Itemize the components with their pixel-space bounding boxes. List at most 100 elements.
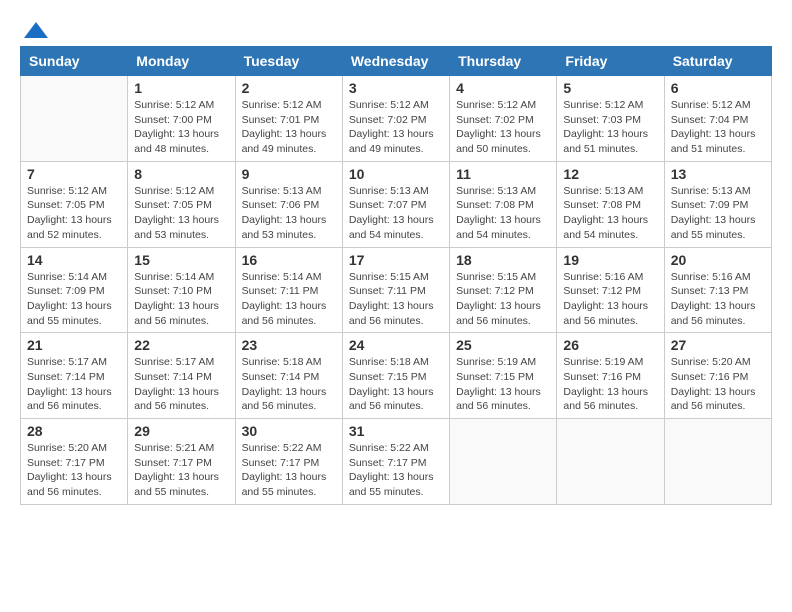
day-number: 1: [134, 80, 228, 96]
day-info: Sunrise: 5:13 AMSunset: 7:06 PMDaylight:…: [242, 184, 336, 243]
day-number: 18: [456, 252, 550, 268]
calendar-cell: 21 Sunrise: 5:17 AMSunset: 7:14 PMDayligh…: [21, 333, 128, 419]
logo-icon: [22, 20, 50, 40]
calendar-cell: [664, 419, 771, 505]
weekday-header: Thursday: [450, 47, 557, 76]
day-info: Sunrise: 5:13 AMSunset: 7:07 PMDaylight:…: [349, 184, 443, 243]
calendar-cell: 17 Sunrise: 5:15 AMSunset: 7:11 PMDayligh…: [342, 247, 449, 333]
day-info: Sunrise: 5:12 AMSunset: 7:01 PMDaylight:…: [242, 98, 336, 157]
day-number: 30: [242, 423, 336, 439]
calendar-cell: [21, 76, 128, 162]
day-info: Sunrise: 5:17 AMSunset: 7:14 PMDaylight:…: [27, 355, 121, 414]
day-number: 17: [349, 252, 443, 268]
calendar-cell: 24 Sunrise: 5:18 AMSunset: 7:15 PMDayligh…: [342, 333, 449, 419]
day-info: Sunrise: 5:12 AMSunset: 7:03 PMDaylight:…: [563, 98, 657, 157]
calendar-week-row: 1 Sunrise: 5:12 AMSunset: 7:00 PMDaylight…: [21, 76, 772, 162]
calendar-cell: 4 Sunrise: 5:12 AMSunset: 7:02 PMDaylight…: [450, 76, 557, 162]
day-number: 12: [563, 166, 657, 182]
day-number: 4: [456, 80, 550, 96]
day-number: 8: [134, 166, 228, 182]
calendar-cell: 23 Sunrise: 5:18 AMSunset: 7:14 PMDayligh…: [235, 333, 342, 419]
day-info: Sunrise: 5:16 AMSunset: 7:12 PMDaylight:…: [563, 270, 657, 329]
calendar-week-row: 14Sunrise: 5:14 AMSunset: 7:09 PMDayligh…: [21, 247, 772, 333]
day-info: Sunrise: 5:16 AMSunset: 7:13 PMDaylight:…: [671, 270, 765, 329]
calendar-cell: 10 Sunrise: 5:13 AMSunset: 7:07 PMDayligh…: [342, 161, 449, 247]
day-info: Sunrise: 5:22 AMSunset: 7:17 PMDaylight:…: [349, 441, 443, 500]
weekday-header: Saturday: [664, 47, 771, 76]
calendar-cell: 28Sunrise: 5:20 AMSunset: 7:17 PMDayligh…: [21, 419, 128, 505]
calendar-cell: 25 Sunrise: 5:19 AMSunset: 7:15 PMDayligh…: [450, 333, 557, 419]
calendar-cell: 31 Sunrise: 5:22 AMSunset: 7:17 PMDayligh…: [342, 419, 449, 505]
day-info: Sunrise: 5:14 AMSunset: 7:10 PMDaylight:…: [134, 270, 228, 329]
calendar-cell: 12 Sunrise: 5:13 AMSunset: 7:08 PMDayligh…: [557, 161, 664, 247]
calendar-cell: 26Sunrise: 5:19 AMSunset: 7:16 PMDayligh…: [557, 333, 664, 419]
calendar-cell: 1 Sunrise: 5:12 AMSunset: 7:00 PMDaylight…: [128, 76, 235, 162]
calendar-cell: 8 Sunrise: 5:12 AMSunset: 7:05 PMDaylight…: [128, 161, 235, 247]
day-number: 9: [242, 166, 336, 182]
day-info: Sunrise: 5:18 AMSunset: 7:14 PMDaylight:…: [242, 355, 336, 414]
day-info: Sunrise: 5:13 AMSunset: 7:08 PMDaylight:…: [563, 184, 657, 243]
calendar-cell: 16 Sunrise: 5:14 AMSunset: 7:11 PMDayligh…: [235, 247, 342, 333]
calendar-week-row: 21 Sunrise: 5:17 AMSunset: 7:14 PMDayligh…: [21, 333, 772, 419]
day-info: Sunrise: 5:19 AMSunset: 7:15 PMDaylight:…: [456, 355, 550, 414]
logo: [20, 20, 50, 36]
day-number: 27: [671, 337, 765, 353]
day-number: 31: [349, 423, 443, 439]
day-number: 13: [671, 166, 765, 182]
weekday-header: Wednesday: [342, 47, 449, 76]
day-number: 11: [456, 166, 550, 182]
day-info: Sunrise: 5:18 AMSunset: 7:15 PMDaylight:…: [349, 355, 443, 414]
calendar-cell: 6Sunrise: 5:12 AMSunset: 7:04 PMDaylight…: [664, 76, 771, 162]
calendar-cell: 5 Sunrise: 5:12 AMSunset: 7:03 PMDaylight…: [557, 76, 664, 162]
calendar-cell: 20 Sunrise: 5:16 AMSunset: 7:13 PMDayligh…: [664, 247, 771, 333]
day-info: Sunrise: 5:22 AMSunset: 7:17 PMDaylight:…: [242, 441, 336, 500]
day-number: 20: [671, 252, 765, 268]
day-info: Sunrise: 5:12 AMSunset: 7:02 PMDaylight:…: [456, 98, 550, 157]
day-number: 16: [242, 252, 336, 268]
weekday-header: Friday: [557, 47, 664, 76]
calendar-cell: 7 Sunrise: 5:12 AMSunset: 7:05 PMDaylight…: [21, 161, 128, 247]
day-number: 19: [563, 252, 657, 268]
calendar-cell: [557, 419, 664, 505]
day-number: 6: [671, 80, 765, 96]
day-info: Sunrise: 5:15 AMSunset: 7:12 PMDaylight:…: [456, 270, 550, 329]
day-info: Sunrise: 5:12 AMSunset: 7:02 PMDaylight:…: [349, 98, 443, 157]
day-number: 22: [134, 337, 228, 353]
day-number: 7: [27, 166, 121, 182]
calendar-cell: 14Sunrise: 5:14 AMSunset: 7:09 PMDayligh…: [21, 247, 128, 333]
day-number: 29: [134, 423, 228, 439]
day-number: 25: [456, 337, 550, 353]
day-number: 3: [349, 80, 443, 96]
day-info: Sunrise: 5:20 AMSunset: 7:17 PMDaylight:…: [27, 441, 121, 500]
calendar-cell: 13 Sunrise: 5:13 AMSunset: 7:09 PMDayligh…: [664, 161, 771, 247]
day-info: Sunrise: 5:12 AMSunset: 7:00 PMDaylight:…: [134, 98, 228, 157]
day-info: Sunrise: 5:14 AMSunset: 7:11 PMDaylight:…: [242, 270, 336, 329]
day-number: 24: [349, 337, 443, 353]
calendar-cell: 11 Sunrise: 5:13 AMSunset: 7:08 PMDayligh…: [450, 161, 557, 247]
day-number: 21: [27, 337, 121, 353]
weekday-header: Monday: [128, 47, 235, 76]
day-info: Sunrise: 5:12 AMSunset: 7:05 PMDaylight:…: [134, 184, 228, 243]
calendar-cell: 3 Sunrise: 5:12 AMSunset: 7:02 PMDaylight…: [342, 76, 449, 162]
page-header: [20, 20, 772, 36]
day-info: Sunrise: 5:20 AMSunset: 7:16 PMDaylight:…: [671, 355, 765, 414]
calendar-cell: 30 Sunrise: 5:22 AMSunset: 7:17 PMDayligh…: [235, 419, 342, 505]
day-number: 5: [563, 80, 657, 96]
day-info: Sunrise: 5:19 AMSunset: 7:16 PMDaylight:…: [563, 355, 657, 414]
day-number: 10: [349, 166, 443, 182]
calendar-cell: [450, 419, 557, 505]
day-info: Sunrise: 5:13 AMSunset: 7:08 PMDaylight:…: [456, 184, 550, 243]
day-info: Sunrise: 5:21 AMSunset: 7:17 PMDaylight:…: [134, 441, 228, 500]
calendar-cell: 15Sunrise: 5:14 AMSunset: 7:10 PMDayligh…: [128, 247, 235, 333]
day-info: Sunrise: 5:13 AMSunset: 7:09 PMDaylight:…: [671, 184, 765, 243]
calendar-cell: 18 Sunrise: 5:15 AMSunset: 7:12 PMDayligh…: [450, 247, 557, 333]
calendar-cell: 27 Sunrise: 5:20 AMSunset: 7:16 PMDayligh…: [664, 333, 771, 419]
day-number: 23: [242, 337, 336, 353]
calendar-week-row: 7 Sunrise: 5:12 AMSunset: 7:05 PMDaylight…: [21, 161, 772, 247]
calendar-header-row: SundayMondayTuesdayWednesdayThursdayFrid…: [21, 47, 772, 76]
day-info: Sunrise: 5:12 AMSunset: 7:05 PMDaylight:…: [27, 184, 121, 243]
calendar-cell: 9 Sunrise: 5:13 AMSunset: 7:06 PMDaylight…: [235, 161, 342, 247]
day-info: Sunrise: 5:15 AMSunset: 7:11 PMDaylight:…: [349, 270, 443, 329]
calendar-week-row: 28Sunrise: 5:20 AMSunset: 7:17 PMDayligh…: [21, 419, 772, 505]
calendar-cell: 2Sunrise: 5:12 AMSunset: 7:01 PMDaylight…: [235, 76, 342, 162]
